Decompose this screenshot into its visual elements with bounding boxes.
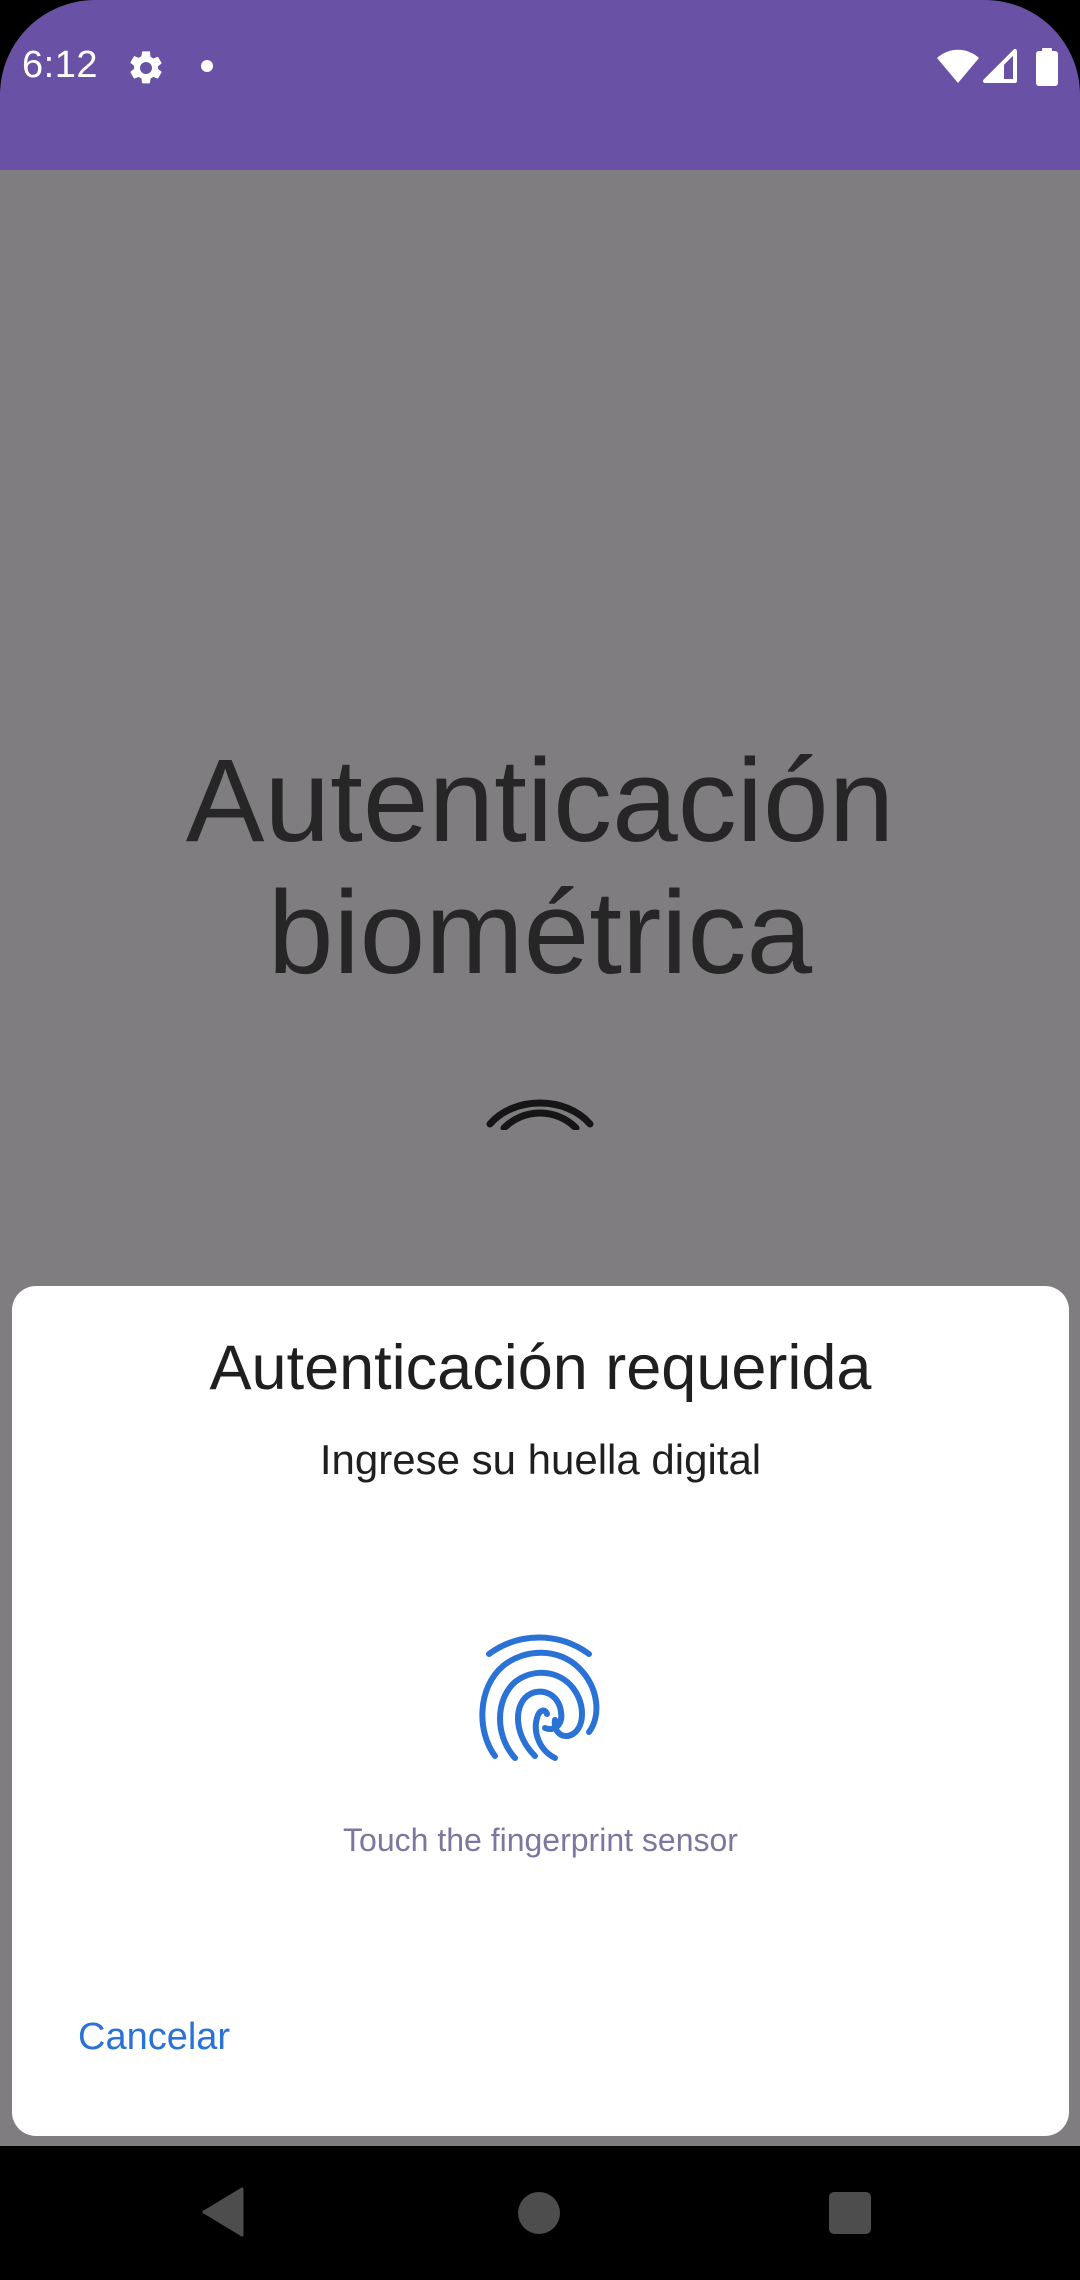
app-title: Autenticación biométrica <box>185 735 895 999</box>
gear-icon <box>130 51 162 84</box>
cancel-button[interactable]: Cancelar <box>78 2016 230 2059</box>
back-icon[interactable] <box>202 2187 246 2237</box>
battery-icon <box>1036 48 1058 86</box>
dialog-hint: Touch the fingerprint sensor <box>343 1822 738 1858</box>
biometric-dialog: Autenticación requerida Ingrese su huell… <box>12 1286 1069 2136</box>
notification-dot-icon <box>201 60 213 72</box>
dialog-subtitle: Ingrese su huella digital <box>319 1436 762 1483</box>
phone-screen: 6:12 Autenticación biométrica Autenticac… <box>0 0 1080 2280</box>
home-icon[interactable] <box>518 2192 560 2234</box>
fingerprint-icon <box>486 1099 594 1130</box>
status-time: 6:12 <box>22 44 98 86</box>
fingerprint-icon <box>479 1634 600 1761</box>
status-bar: 6:12 <box>0 0 1080 170</box>
cell-signal-icon <box>983 49 1017 83</box>
dialog-title: Autenticación requerida <box>209 1333 872 1403</box>
recents-icon[interactable] <box>829 2192 871 2234</box>
wifi-icon <box>937 49 979 83</box>
